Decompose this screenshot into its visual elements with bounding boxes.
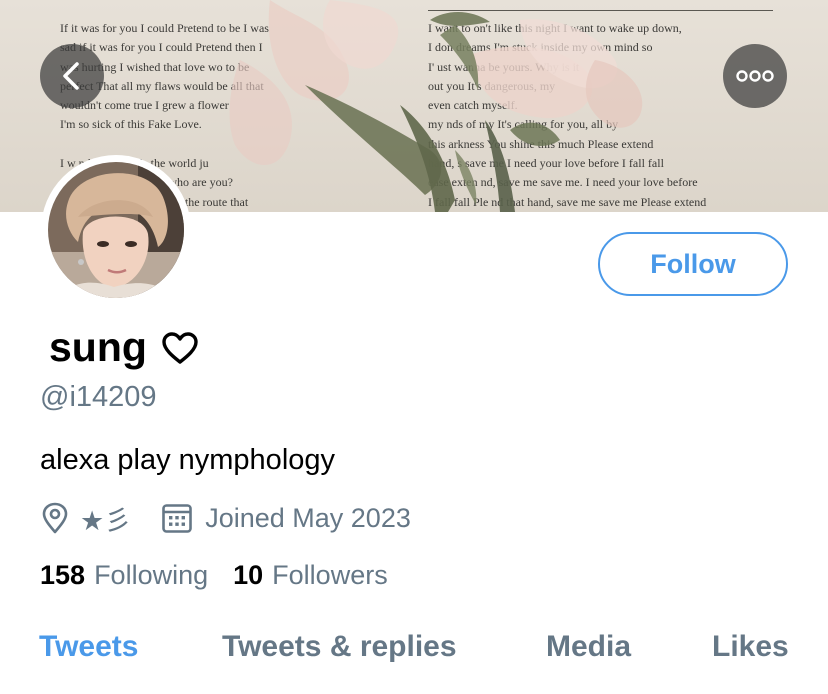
ellipsis-icon	[736, 70, 774, 82]
following-link[interactable]: 158 Following	[40, 560, 208, 591]
avatar-photo	[48, 162, 184, 298]
back-button[interactable]	[40, 44, 104, 108]
following-label: Following	[94, 560, 209, 590]
followers-link[interactable]: 10 Followers	[233, 560, 388, 591]
joined-text: Joined May 2023	[205, 502, 411, 533]
follow-stats: 158 Following 10 Followers	[40, 560, 388, 591]
display-name: sung	[49, 324, 147, 370]
more-options-button[interactable]	[723, 44, 787, 108]
calendar-icon	[162, 504, 193, 533]
followers-count: 10	[233, 560, 264, 590]
location-text: ★彡	[80, 505, 132, 536]
tab-tweets[interactable]: Tweets	[39, 630, 138, 664]
location-pin-icon	[42, 502, 68, 534]
tab-tweets-and-replies[interactable]: Tweets & replies	[222, 630, 457, 664]
chevron-left-icon	[63, 62, 79, 90]
heart-outline-icon	[162, 331, 198, 364]
tab-likes[interactable]: Likes	[712, 630, 789, 664]
display-name-row: sung	[49, 324, 199, 371]
profile-avatar[interactable]	[41, 155, 191, 305]
bio: alexa play nymphology	[40, 444, 336, 476]
profile-tabs: Tweets Tweets & replies Media Likes	[0, 630, 828, 680]
tab-media[interactable]: Media	[546, 630, 631, 664]
joined-date: Joined May 2023	[161, 502, 411, 534]
profile-meta: ★彡 Joined May 2023	[40, 500, 411, 536]
following-count: 158	[40, 560, 86, 590]
follow-button[interactable]: Follow	[598, 232, 788, 296]
followers-label: Followers	[272, 560, 388, 590]
user-handle: @i14209	[40, 381, 157, 413]
